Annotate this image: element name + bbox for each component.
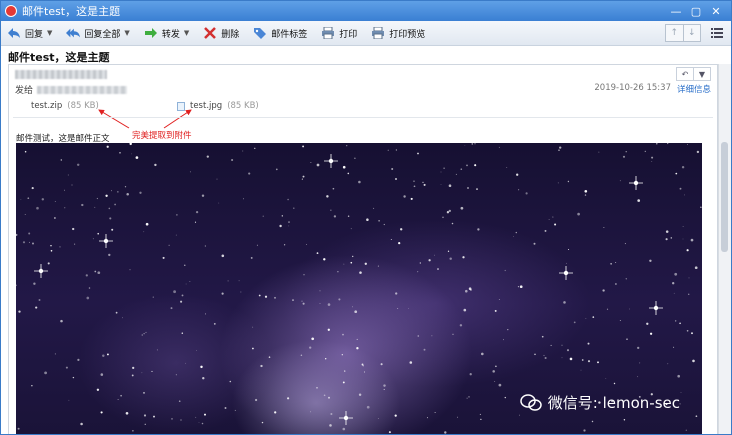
mail-tag-label: 邮件标签 (271, 29, 308, 40)
header-divider (13, 117, 713, 118)
mail-navigation: ↑ ↓ (665, 24, 701, 42)
print-label: 打印 (339, 29, 358, 40)
forward-label: 转发 (161, 29, 180, 40)
print-preview-label: 打印预览 (389, 29, 426, 40)
tag-icon (254, 28, 267, 39)
close-icon[interactable]: ✕ (709, 4, 723, 18)
window-title: 邮件test，这是主题 (22, 5, 121, 18)
reply-all-label: 回复全部 (84, 29, 121, 40)
annotation-text: 完美提取到附件 (132, 131, 192, 141)
arrow-up-icon[interactable]: ↑ (666, 25, 683, 41)
chevron-down-icon[interactable]: ▼ (124, 29, 129, 37)
mail-tag-button[interactable]: 邮件标签 (253, 27, 307, 40)
header-actions: ↶ ▼ (676, 67, 711, 81)
reply-icon[interactable]: ↶ (677, 68, 693, 80)
toolbar-right: ↑ ↓ (665, 24, 731, 42)
details-link[interactable]: 详细信息 (677, 83, 711, 95)
toolbar: 回复 ▼ 回复全部 ▼ 转发 ▼ 删除 邮件标签 打印 打印预览 ↑ ↓ (1, 21, 731, 46)
title-bar: 邮件test，这是主题 — ▢ ✕ (1, 1, 731, 21)
reply-all-icon (66, 28, 81, 38)
forward-icon (144, 28, 157, 38)
delete-label: 删除 (221, 29, 240, 40)
maximize-icon[interactable]: ▢ (689, 4, 703, 18)
print-preview-button[interactable]: 打印预览 (371, 27, 425, 40)
chevron-down-icon[interactable]: ▼ (693, 68, 710, 80)
attached-image: 微信号: lemon-sec (16, 143, 702, 434)
recipient-redacted (37, 85, 128, 94)
chevron-down-icon[interactable]: ▼ (47, 29, 52, 37)
watermark: 微信号: lemon-sec (520, 392, 680, 413)
mail-window: 邮件test，这是主题 — ▢ ✕ 回复 ▼ 回复全部 ▼ 转发 ▼ 删除 邮件… (0, 0, 732, 435)
reply-icon (8, 28, 20, 38)
reply-all-button[interactable]: 回复全部 ▼ (66, 27, 130, 40)
sender-redacted (15, 70, 107, 79)
scrollbar-thumb[interactable] (721, 142, 728, 252)
recipient-row: 发给 (15, 83, 128, 96)
wechat-icon (520, 393, 542, 411)
delete-button[interactable]: 删除 (203, 27, 239, 40)
reply-button[interactable]: 回复 ▼ (7, 27, 52, 40)
mail-date: 2019-10-26 15:37 (594, 83, 671, 93)
menu-icon[interactable] (711, 28, 723, 38)
print-preview-icon (372, 27, 385, 39)
watermark-text: 微信号: lemon-sec (547, 394, 680, 412)
printer-icon (322, 27, 335, 39)
app-logo-icon (5, 5, 17, 17)
to-label: 发给 (15, 86, 34, 96)
reply-label: 回复 (25, 29, 44, 40)
mail-content: 发给 ↶ ▼ 2019-10-26 15:37 详细信息 test.zip (8… (8, 64, 718, 434)
attachment-name[interactable]: test.zip (31, 101, 62, 111)
vertical-scrollbar[interactable] (718, 64, 731, 434)
mail-subject: 邮件test，这是主题 (8, 51, 110, 64)
forward-button[interactable]: 转发 ▼ (144, 27, 189, 40)
window-controls: — ▢ ✕ (669, 4, 731, 18)
print-button[interactable]: 打印 (321, 27, 357, 40)
delete-icon (204, 27, 217, 39)
minimize-icon[interactable]: — (669, 4, 683, 18)
arrow-down-icon[interactable]: ↓ (682, 25, 701, 41)
chevron-down-icon[interactable]: ▼ (184, 29, 189, 37)
